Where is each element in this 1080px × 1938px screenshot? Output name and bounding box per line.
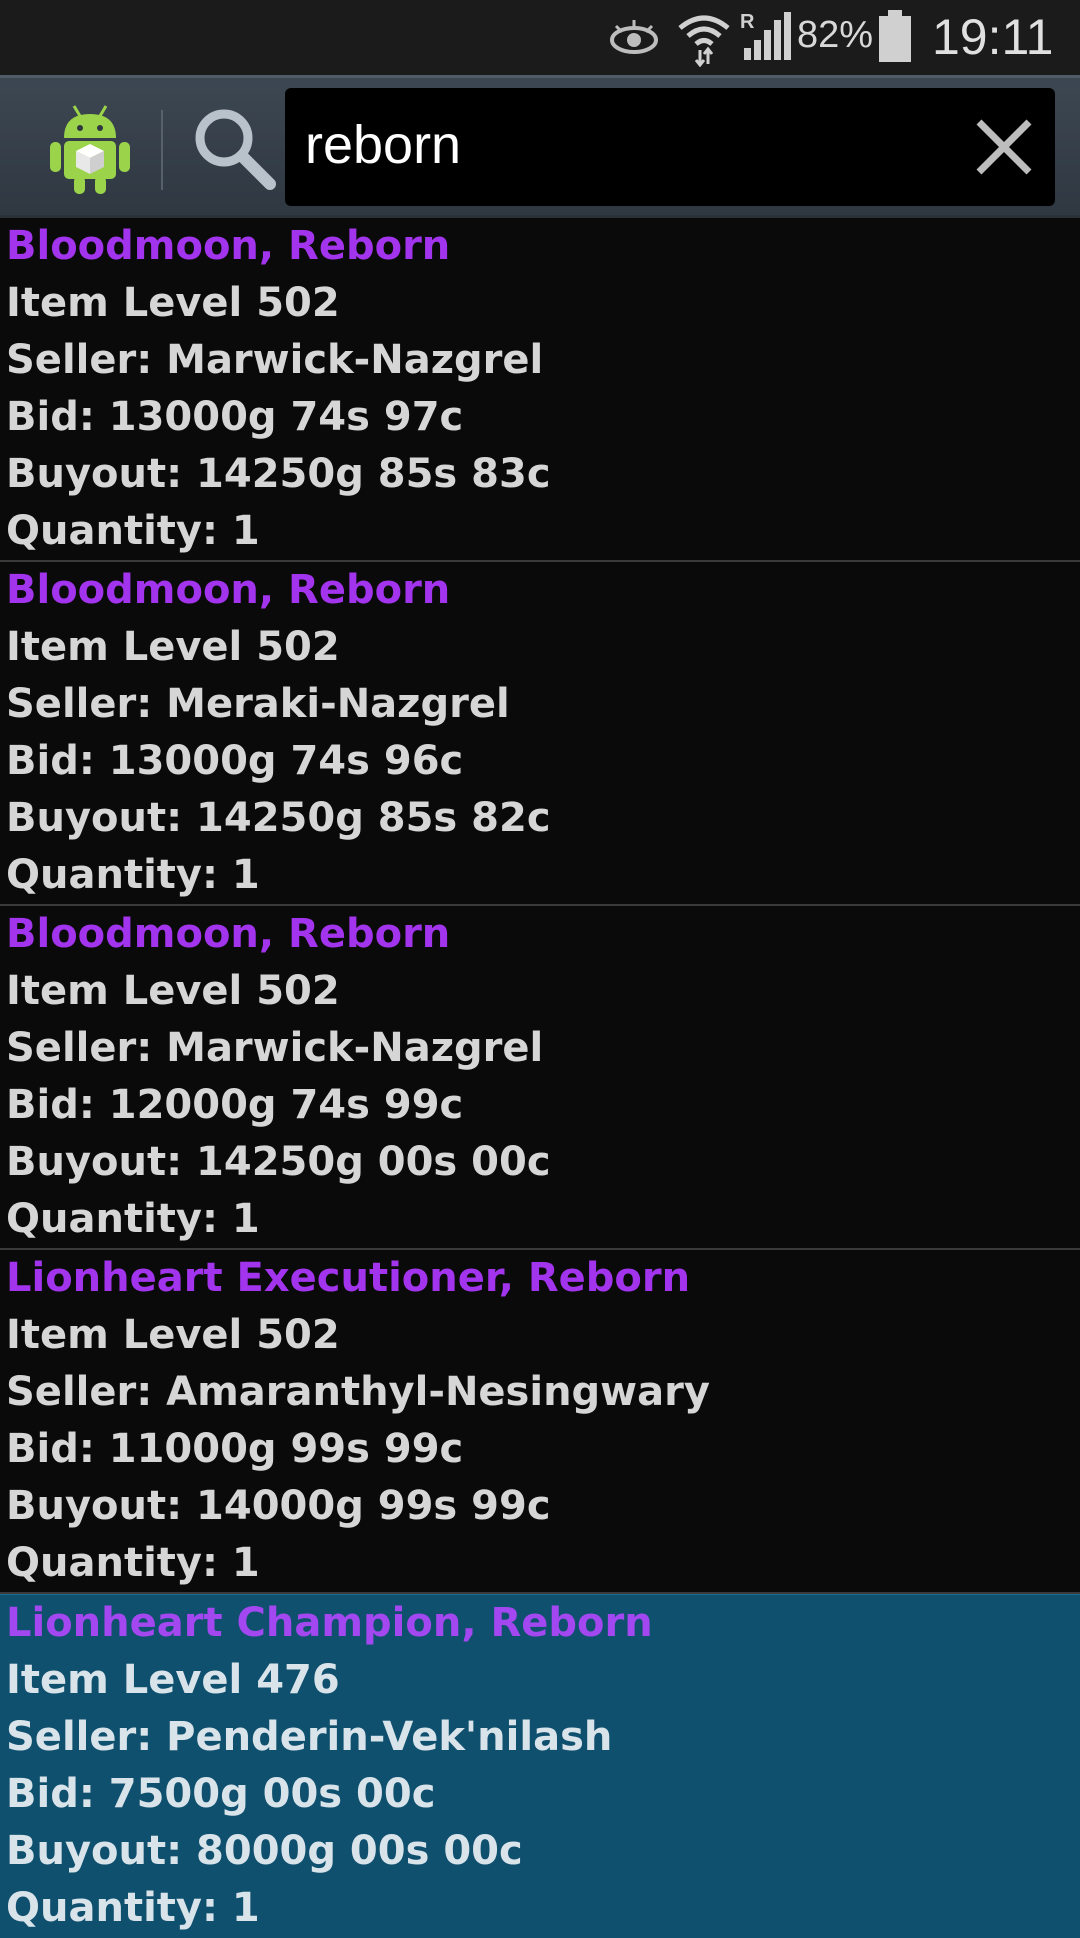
item-bid: Bid: 11000g 99s 99c: [6, 1426, 464, 1472]
list-item[interactable]: Bloodmoon, Reborn Item Level 502 Seller:…: [0, 906, 1080, 1250]
item-name: Bloodmoon, Reborn: [6, 567, 451, 613]
status-bar: R 82% 19:11: [0, 0, 1080, 75]
item-name: Bloodmoon, Reborn: [6, 911, 451, 957]
android-app-icon[interactable]: [46, 100, 134, 196]
clock: 19:11: [932, 9, 1054, 65]
search-icon[interactable]: [190, 104, 280, 194]
item-level: Item Level 502: [6, 968, 340, 1014]
item-seller: Seller: Marwick-Nazgrel: [6, 337, 544, 383]
item-level: Item Level 502: [6, 1312, 340, 1358]
item-seller: Seller: Amaranthyl-Nesingwary: [6, 1369, 710, 1415]
item-buyout: Buyout: 14250g 85s 82c: [6, 795, 551, 841]
item-seller: Seller: Marwick-Nazgrel: [6, 1025, 544, 1071]
item-name: Lionheart Executioner, Reborn: [6, 1255, 691, 1301]
item-bid: Bid: 12000g 74s 99c: [6, 1082, 464, 1128]
svg-text:R: R: [740, 11, 755, 33]
item-quantity: Quantity: 1: [6, 1540, 260, 1586]
item-level: Item Level 502: [6, 280, 340, 326]
search-query-text[interactable]: reborn: [305, 114, 461, 176]
close-icon[interactable]: [975, 118, 1033, 176]
item-bid: Bid: 13000g 74s 96c: [6, 738, 464, 784]
item-bid: Bid: 7500g 00s 00c: [6, 1771, 436, 1817]
item-level: Item Level 502: [6, 624, 340, 670]
list-item-selected[interactable]: Lionheart Champion, Reborn Item Level 47…: [0, 1594, 1080, 1938]
eye-icon: [610, 20, 658, 54]
item-quantity: Quantity: 1: [6, 508, 260, 554]
item-buyout: Buyout: 14250g 00s 00c: [6, 1139, 551, 1185]
list-item[interactable]: Bloodmoon, Reborn Item Level 502 Seller:…: [0, 562, 1080, 906]
wifi-icon: [678, 15, 730, 67]
item-name: Bloodmoon, Reborn: [6, 223, 451, 269]
list-item[interactable]: Bloodmoon, Reborn Item Level 502 Seller:…: [0, 218, 1080, 562]
action-bar: reborn: [0, 75, 1080, 218]
auction-results-list[interactable]: Bloodmoon, Reborn Item Level 502 Seller:…: [0, 218, 1080, 1938]
signal-roaming-icon: R: [740, 11, 791, 60]
battery-percent: 82%: [797, 14, 874, 56]
item-level: Item Level 476: [6, 1657, 340, 1703]
item-name: Lionheart Champion, Reborn: [6, 1600, 653, 1646]
list-item[interactable]: Lionheart Executioner, Reborn Item Level…: [0, 1250, 1080, 1594]
item-seller: Seller: Meraki-Nazgrel: [6, 681, 510, 727]
item-quantity: Quantity: 1: [6, 852, 260, 898]
battery-icon: [879, 10, 911, 62]
item-buyout: Buyout: 14250g 85s 83c: [6, 451, 551, 497]
item-quantity: Quantity: 1: [6, 1196, 260, 1242]
item-buyout: Buyout: 8000g 00s 00c: [6, 1828, 523, 1874]
search-input[interactable]: reborn: [285, 88, 1055, 206]
action-bar-divider: [161, 110, 163, 190]
item-quantity: Quantity: 1: [6, 1885, 260, 1931]
item-seller: Seller: Penderin-Vek'nilash: [6, 1714, 613, 1760]
item-buyout: Buyout: 14000g 99s 99c: [6, 1483, 551, 1529]
item-bid: Bid: 13000g 74s 97c: [6, 394, 464, 440]
